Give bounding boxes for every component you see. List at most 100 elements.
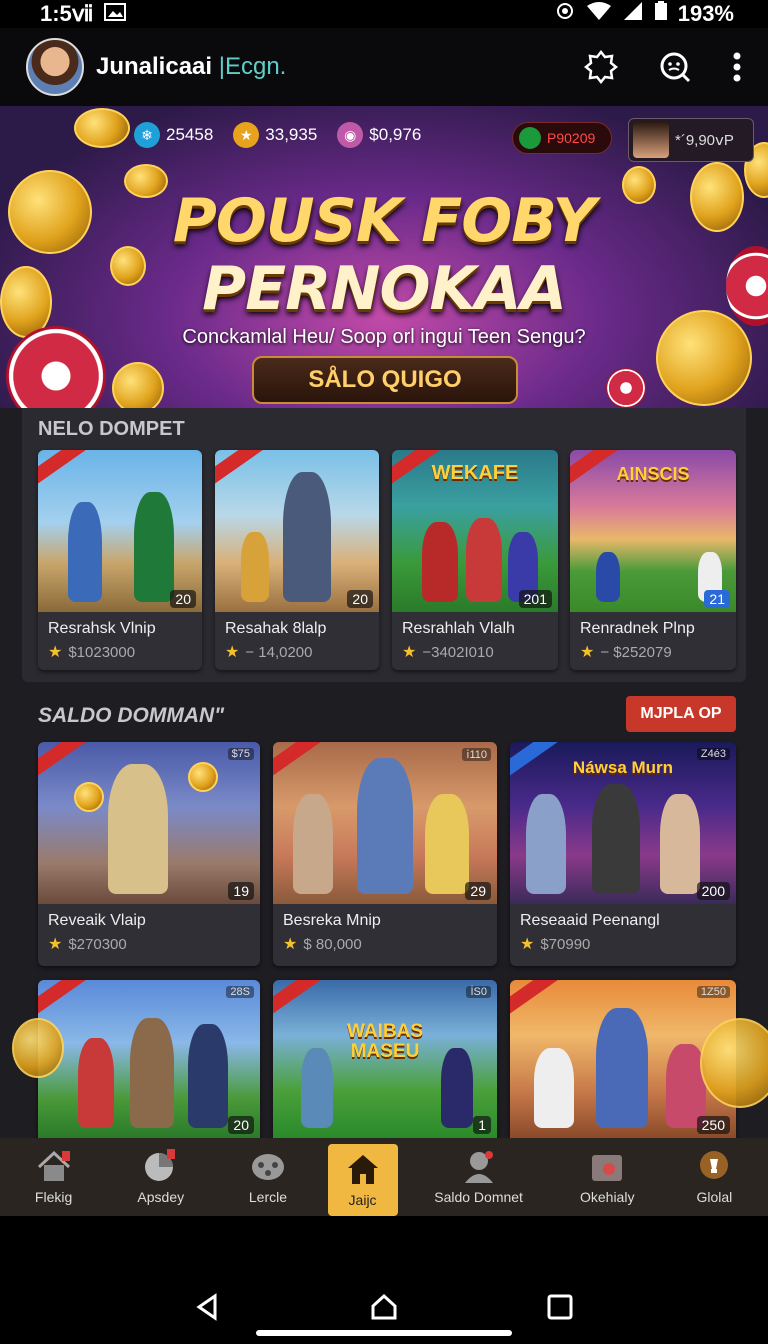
game-price: ★ $ 80,000 <box>273 930 497 954</box>
game-thumbnail: 20 <box>38 450 202 612</box>
gem-icon: ❄ <box>134 122 160 148</box>
nav-label: Okehialy <box>579 1189 635 1205</box>
player-count-badge: 20 <box>347 590 373 608</box>
game-card[interactable]: 20 Resahak 8lalp ★ − 14,0200 <box>215 450 379 670</box>
player-count-badge: 1 <box>473 1116 491 1134</box>
gallery-icon <box>103 1 126 27</box>
star-icon: ★ <box>225 644 240 661</box>
battery-icon <box>654 1 668 27</box>
rating-badge: 28S <box>226 986 254 998</box>
game-price: ★ − 14,0200 <box>215 638 379 662</box>
banner-headline-1: POUSK FOBY <box>172 186 596 256</box>
ribbon-tag <box>273 980 323 1019</box>
character-figure <box>78 1038 114 1128</box>
promo-banner[interactable]: ❄ 25458 ★ 33,935 ◉ $0,976 P90209 *´9,90ⅴ… <box>0 106 768 408</box>
ribbon-tag <box>38 980 88 1019</box>
game-thumbnail: AINSCIS 21 <box>570 450 736 612</box>
game-price: ★ − $252079 <box>570 638 736 662</box>
section1-title: NELO DOMPET <box>38 418 185 440</box>
ribbon-tag <box>38 742 88 781</box>
rating-badge: İS0 <box>466 986 491 998</box>
nav-item-home-active[interactable]: Jaijc <box>327 1144 398 1216</box>
character-figure <box>108 764 168 894</box>
home-indicator[interactable] <box>256 1330 512 1336</box>
stat-coins: ★ 33,935 <box>233 122 317 148</box>
home-button-icon[interactable] <box>369 1292 399 1322</box>
game-card[interactable]: 28S 20 <box>38 980 260 1138</box>
camera-icon <box>592 1155 623 1181</box>
game-logo-text: Náwsa Murn <box>572 758 674 777</box>
coin-decoration <box>656 310 752 406</box>
profile-pill[interactable]: *´9,90ⅴP <box>628 118 754 162</box>
status-bar: 1:5ⅶ 193% <box>0 0 768 28</box>
nav-item-global[interactable]: Glolal <box>661 1138 768 1216</box>
game-card[interactable]: İS0 WAIBAS MASEU 1 <box>273 980 497 1138</box>
character-figure <box>660 794 700 894</box>
character-figure <box>301 1048 333 1128</box>
game-thumbnail: WEKAFE 201 <box>392 450 558 612</box>
status-time: 1:5ⅶ <box>40 1 94 26</box>
game-name: Resrahlah Vlalh <box>402 620 515 637</box>
see-more-button[interactable]: MJPLA OP <box>626 696 736 732</box>
player-count-badge: 20 <box>170 590 196 608</box>
character-figure <box>68 502 102 602</box>
app-title-main: Junalicaai <box>96 53 213 80</box>
character-figure <box>526 794 566 894</box>
balance-stats: ❄ 25458 ★ 33,935 ◉ $0,976 <box>134 122 421 148</box>
nav-item-activity[interactable]: Apsdey <box>107 1138 214 1216</box>
star-icon: ★ <box>48 644 63 661</box>
search-icon[interactable] <box>658 50 692 84</box>
star-icon: ★ <box>520 936 535 953</box>
casino-chip-decoration <box>606 368 646 408</box>
player-count-badge: 21 <box>704 590 730 608</box>
coin-decoration <box>74 108 130 148</box>
coin-decoration <box>74 782 104 812</box>
nav-item-home[interactable]: Flekig <box>0 1138 107 1216</box>
character-figure <box>134 492 174 602</box>
wifi-icon <box>586 1 612 27</box>
character-figure <box>241 532 269 602</box>
nav-item-saldo[interactable]: Saldo Domnet <box>404 1138 554 1216</box>
home-icon <box>37 1150 70 1181</box>
player-count-badge: 250 <box>696 1116 730 1134</box>
nav-item-media[interactable]: Okehialy <box>554 1138 661 1216</box>
avatar[interactable] <box>26 38 84 96</box>
more-vert-icon[interactable] <box>732 52 742 82</box>
game-price: ★ −3402I010 <box>392 638 558 662</box>
stat-gems-value: 25458 <box>166 125 214 144</box>
game-card[interactable]: $75 19 Reveaik Vlaip ★ $270300 <box>38 742 260 966</box>
game-card[interactable]: WEKAFE 201 Resrahlah Vlalh ★ −3402I010 <box>392 450 558 670</box>
banner-cta-button[interactable]: SÅLO QUIGO <box>252 356 518 404</box>
character-figure <box>130 1018 174 1128</box>
game-price-value: $70990 <box>540 935 591 953</box>
trophy-icon <box>700 1151 729 1179</box>
game-card[interactable]: Z4é3 Náwsa Murn 200 Reseaaid Peenangl ★ $… <box>510 742 736 966</box>
rating-badge: $75 <box>227 748 254 760</box>
character-figure <box>534 1048 574 1128</box>
game-card[interactable]: ⅰ110 29 Besreka Mnip ★ $ 80,000 <box>273 742 497 966</box>
badge-settings-icon[interactable] <box>584 50 618 84</box>
game-logo-text: WEKAFE <box>431 462 519 484</box>
player-count-badge: 29 <box>465 882 491 900</box>
content-area: NELO DOMPET 20 Resrahsk Vlnip ★ $1023000 … <box>0 408 768 1138</box>
recents-icon[interactable] <box>545 1292 575 1322</box>
nav-item-games[interactable]: Lercle <box>214 1138 321 1216</box>
nav-label: Jaijc <box>348 1192 377 1208</box>
player-count-badge: 19 <box>228 882 254 900</box>
game-card[interactable]: 20 Resrahsk Vlnip ★ $1023000 <box>38 450 202 670</box>
character-figure <box>596 1008 648 1128</box>
game-name: Renradnek Plnp <box>580 620 695 637</box>
coin-icon: ★ <box>233 122 260 148</box>
character-figure <box>422 522 458 602</box>
back-icon[interactable] <box>193 1292 223 1322</box>
star-icon: ★ <box>580 644 595 661</box>
stat-gems: ❄ 25458 <box>134 122 213 148</box>
bonus-pill[interactable]: P90209 <box>512 122 612 154</box>
coin-decoration <box>188 762 218 792</box>
ribbon-tag <box>510 980 560 1019</box>
game-card[interactable]: AINSCIS 21 Renradnek Plnp ★ − $252079 <box>570 450 736 670</box>
character-figure <box>596 552 620 602</box>
game-thumbnail: 28S 20 <box>38 980 260 1138</box>
nav-label: Saldo Domnet <box>434 1189 523 1205</box>
star-icon: ★ <box>283 936 298 953</box>
